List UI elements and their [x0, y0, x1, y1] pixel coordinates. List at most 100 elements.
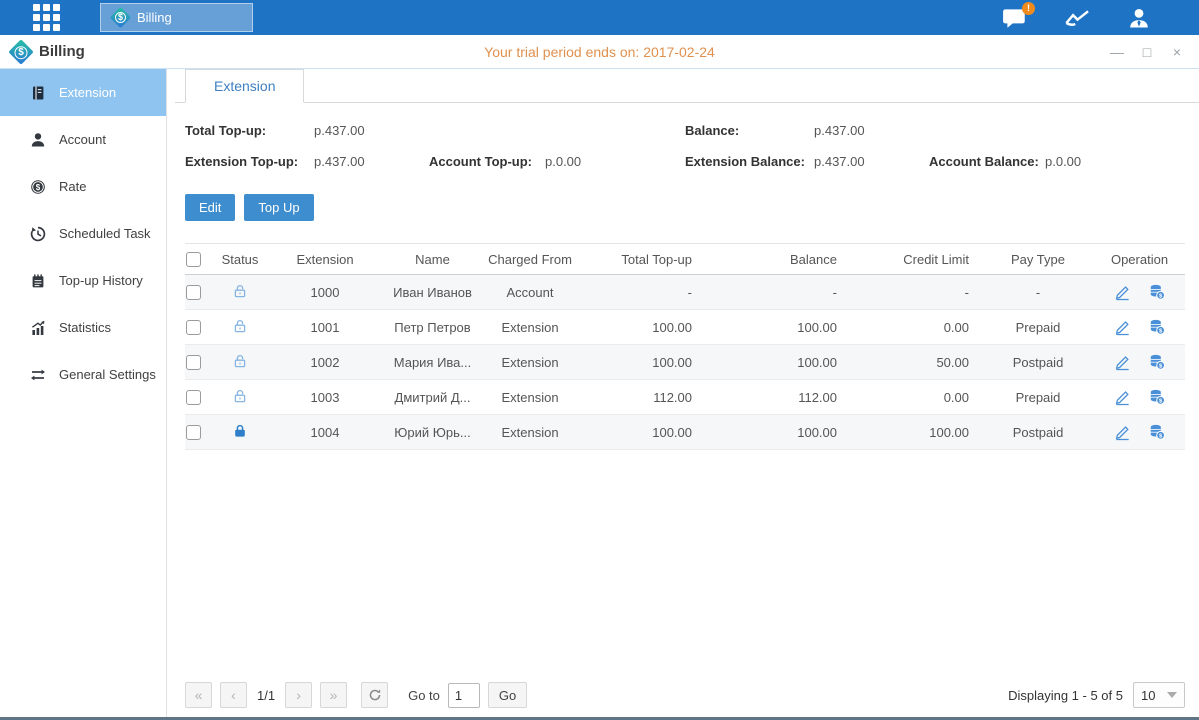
credit-limit-cell: 100.00 [850, 425, 982, 440]
maximize-icon[interactable]: □ [1139, 44, 1155, 60]
reports-chart-icon[interactable] [1064, 8, 1091, 28]
refresh-icon[interactable] [361, 682, 388, 708]
extension-table: Status Extension Name Charged From Total… [185, 243, 1185, 450]
pay-type-cell: Postpaid [982, 425, 1094, 440]
edit-pencil-icon[interactable] [1114, 354, 1131, 371]
top-up-coins-icon[interactable]: $ [1148, 319, 1166, 335]
top-up-coins-icon[interactable]: $ [1148, 389, 1166, 405]
topbar-tab-billing[interactable]: $ Billing [100, 3, 253, 32]
row-checkbox[interactable] [186, 320, 201, 335]
user-account-icon[interactable] [1127, 7, 1151, 29]
app-launcher-grid-icon[interactable] [33, 4, 60, 31]
charged-from-cell: Extension [480, 425, 580, 440]
messages-icon[interactable]: ! [1002, 7, 1028, 29]
goto-page-input[interactable] [448, 683, 480, 708]
sidebar-item-rate[interactable]: $ Rate [0, 163, 166, 210]
edit-pencil-icon[interactable] [1114, 319, 1131, 336]
total-topup-cell: 100.00 [580, 425, 705, 440]
title-left: $ Billing [12, 43, 85, 61]
dollar-circle-icon: $ [30, 179, 46, 195]
col-pay-type: Pay Type [982, 252, 1094, 267]
name-cell: Петр Петров [385, 320, 480, 335]
sidebar-item-label: Extension [59, 85, 116, 100]
top-up-coins-icon[interactable]: $ [1148, 424, 1166, 440]
edit-pencil-icon[interactable] [1114, 424, 1131, 441]
page-size-value: 10 [1141, 688, 1155, 703]
col-status: Status [215, 252, 265, 267]
name-cell: Юрий Юрь... [385, 425, 480, 440]
edit-button[interactable]: Edit [185, 194, 235, 221]
titlebar: $ Billing Your trial period ends on: 201… [0, 35, 1199, 69]
name-cell: Мария Ива... [385, 355, 480, 370]
top-up-coins-icon[interactable]: $ [1148, 284, 1166, 300]
extension-cell: 1001 [265, 320, 385, 335]
sidebar-item-statistics[interactable]: Statistics [0, 304, 166, 351]
go-button[interactable]: Go [488, 682, 527, 708]
row-checkbox[interactable] [186, 285, 201, 300]
sidebar-item-label: Top-up History [59, 273, 143, 288]
row-checkbox[interactable] [186, 355, 201, 370]
col-name: Name [385, 252, 480, 267]
notification-badge: ! [1022, 2, 1035, 15]
row-checkbox[interactable] [186, 425, 201, 440]
account-balance-label: Account Balance: [929, 154, 1045, 169]
main-content: Extension Total Top-up: p.437.00 Extensi… [167, 69, 1199, 717]
edit-pencil-icon[interactable] [1114, 389, 1131, 406]
balance-cell: 100.00 [705, 320, 850, 335]
sidebar-item-scheduled-task[interactable]: Scheduled Task [0, 210, 166, 257]
tab-extension[interactable]: Extension [185, 69, 304, 103]
window-title: Billing [39, 43, 85, 60]
charged-from-cell: Account [480, 285, 580, 300]
edit-pencil-icon[interactable] [1114, 284, 1131, 301]
billing-diamond-icon: $ [110, 7, 131, 28]
balance-cell: 112.00 [705, 390, 850, 405]
table-row: 1003 Дмитрий Д... Extension 112.00 112.0… [185, 380, 1185, 415]
minimize-icon[interactable]: — [1109, 44, 1125, 60]
account-topup-value: p.0.00 [545, 154, 660, 169]
lock-status-icon [232, 283, 248, 299]
svg-text:$: $ [36, 183, 41, 192]
sidebar-item-topup-history[interactable]: Top-up History [0, 257, 166, 304]
table-header-row: Status Extension Name Charged From Total… [185, 243, 1185, 275]
sidebar-item-general-settings[interactable]: General Settings [0, 351, 166, 398]
sidebar-item-label: Statistics [59, 320, 111, 335]
credit-limit-cell: - [850, 285, 982, 300]
close-icon[interactable]: × [1169, 44, 1185, 60]
sidebar-item-account[interactable]: Account [0, 116, 166, 163]
topbar-tab-label: Billing [137, 10, 172, 25]
top-up-button[interactable]: Top Up [244, 194, 313, 221]
first-page-button[interactable]: « [185, 682, 212, 708]
balance-cell: - [705, 285, 850, 300]
account-balance-value: p.0.00 [1045, 154, 1160, 169]
last-page-button[interactable]: » [320, 682, 347, 708]
chevron-down-icon [1167, 692, 1177, 698]
charged-from-cell: Extension [480, 320, 580, 335]
extension-topup-label: Extension Top-up: [185, 154, 314, 169]
col-credit-limit: Credit Limit [850, 252, 982, 267]
top-up-coins-icon[interactable]: $ [1148, 354, 1166, 370]
sidebar-item-extension[interactable]: Extension [0, 69, 166, 116]
notepad-icon [30, 273, 46, 289]
total-topup-cell: 112.00 [580, 390, 705, 405]
lock-status-icon [232, 388, 248, 404]
trial-notice: Your trial period ends on: 2017-02-24 [0, 44, 1199, 60]
page-size-select[interactable]: 10 [1133, 682, 1185, 708]
prev-page-button[interactable]: ‹ [220, 682, 247, 708]
extension-topup-value: p.437.00 [314, 154, 429, 169]
row-checkbox[interactable] [186, 390, 201, 405]
lock-status-icon [232, 318, 248, 334]
col-extension: Extension [265, 252, 385, 267]
extension-balance-label: Extension Balance: [685, 154, 814, 169]
pay-type-cell: - [982, 285, 1094, 300]
next-page-button[interactable]: › [285, 682, 312, 708]
charged-from-cell: Extension [480, 355, 580, 370]
pay-type-cell: Prepaid [982, 320, 1094, 335]
sidebar-item-label: Scheduled Task [59, 226, 151, 241]
total-topup-cell: 100.00 [580, 355, 705, 370]
balance-value: p.437.00 [814, 123, 929, 138]
total-topup-label: Total Top-up: [185, 123, 314, 138]
select-all-checkbox[interactable] [186, 252, 201, 267]
goto-label: Go to [408, 688, 440, 703]
sidebar-item-label: General Settings [59, 367, 156, 382]
summary-panel: Total Top-up: p.437.00 Extension Top-up:… [185, 103, 1185, 181]
